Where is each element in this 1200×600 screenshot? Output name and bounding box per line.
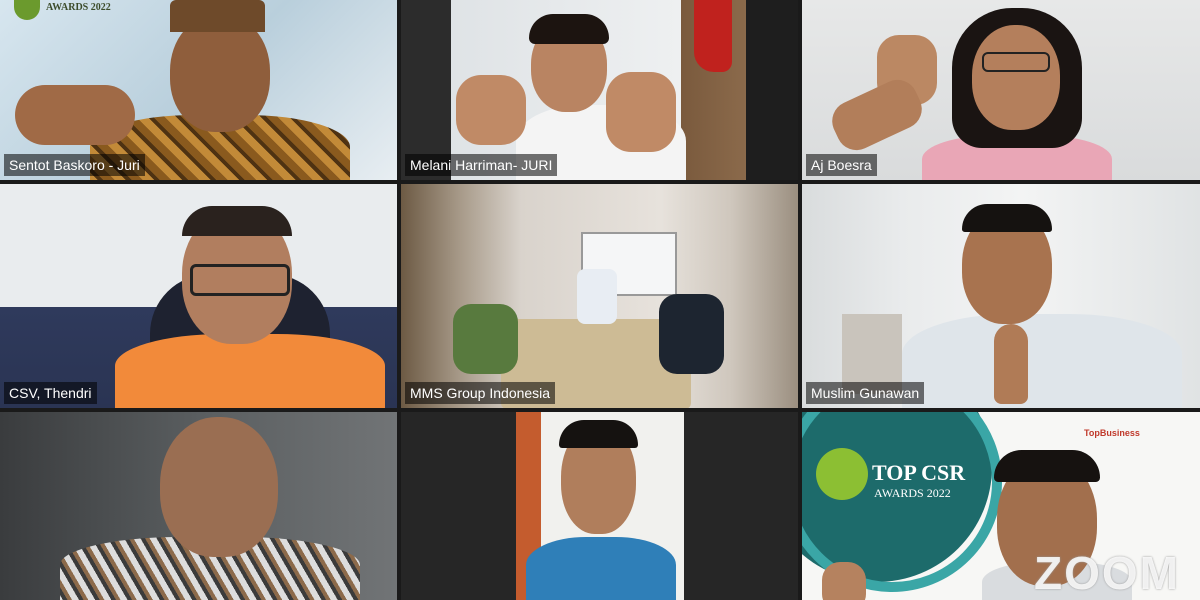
participant-name: Melani Harriman- JURI	[405, 154, 558, 176]
praying-hands	[994, 324, 1028, 404]
participant-body	[902, 314, 1182, 408]
glasses	[982, 52, 1050, 72]
thumbs-hand-left	[456, 75, 526, 145]
participant-hair	[182, 206, 292, 236]
zoom-watermark: ZOOM	[1034, 547, 1180, 599]
participant-name: CSV, Thendri	[4, 382, 97, 404]
thumbs-hand	[822, 562, 866, 600]
participant-head	[160, 417, 278, 557]
award-logo-text: AWARDS 2022	[46, 2, 111, 13]
participant-cap	[170, 0, 265, 32]
award-logo-badge	[816, 448, 868, 500]
thumbs-hand-right	[606, 72, 676, 152]
brand-logo: TopBusiness	[1084, 428, 1140, 438]
person-left	[453, 304, 518, 374]
participant-tile-8[interactable]	[401, 412, 798, 600]
person-standing	[577, 269, 617, 324]
person-right	[659, 294, 724, 374]
flag	[694, 0, 732, 72]
participant-tile-mms-group[interactable]: MMS Group Indonesia	[401, 184, 798, 408]
participant-tile-active-speaker[interactable]: TOP CSR AWARDS 2022 TopBusiness ZOOM	[802, 412, 1200, 600]
participant-tile-csv-thendri[interactable]: CSV, Thendri	[0, 184, 397, 408]
participant-tile-sentot-baskoro[interactable]: AWARDS 2022 Sentot Baskoro - Juri	[0, 0, 397, 180]
participant-hair	[994, 450, 1100, 482]
participant-tile-7[interactable]	[0, 412, 397, 600]
award-subtitle: AWARDS 2022	[874, 486, 951, 500]
participant-name: Aj Boesra	[806, 154, 877, 176]
thumbs-hand	[15, 85, 135, 145]
participant-tile-muslim-gunawan[interactable]: Muslim Gunawan	[802, 184, 1200, 408]
award-title: TOP CSR	[872, 460, 966, 485]
participant-body	[115, 334, 385, 408]
participant-name: Muslim Gunawan	[806, 382, 925, 404]
participant-name: MMS Group Indonesia	[405, 382, 556, 404]
participant-tile-melani-harriman[interactable]: Melani Harriman- JURI	[401, 0, 798, 180]
participant-tile-aj-boesra[interactable]: Aj Boesra	[802, 0, 1200, 180]
participant-hair	[962, 204, 1052, 232]
glasses	[190, 264, 290, 296]
participant-name: Sentot Baskoro - Juri	[4, 154, 145, 176]
participant-head	[972, 25, 1060, 130]
video-grid: AWARDS 2022 Sentot Baskoro - Juri Melani…	[0, 0, 1200, 600]
participant-hair	[559, 420, 638, 448]
participant-hair	[529, 14, 609, 44]
participant-body	[526, 537, 676, 600]
